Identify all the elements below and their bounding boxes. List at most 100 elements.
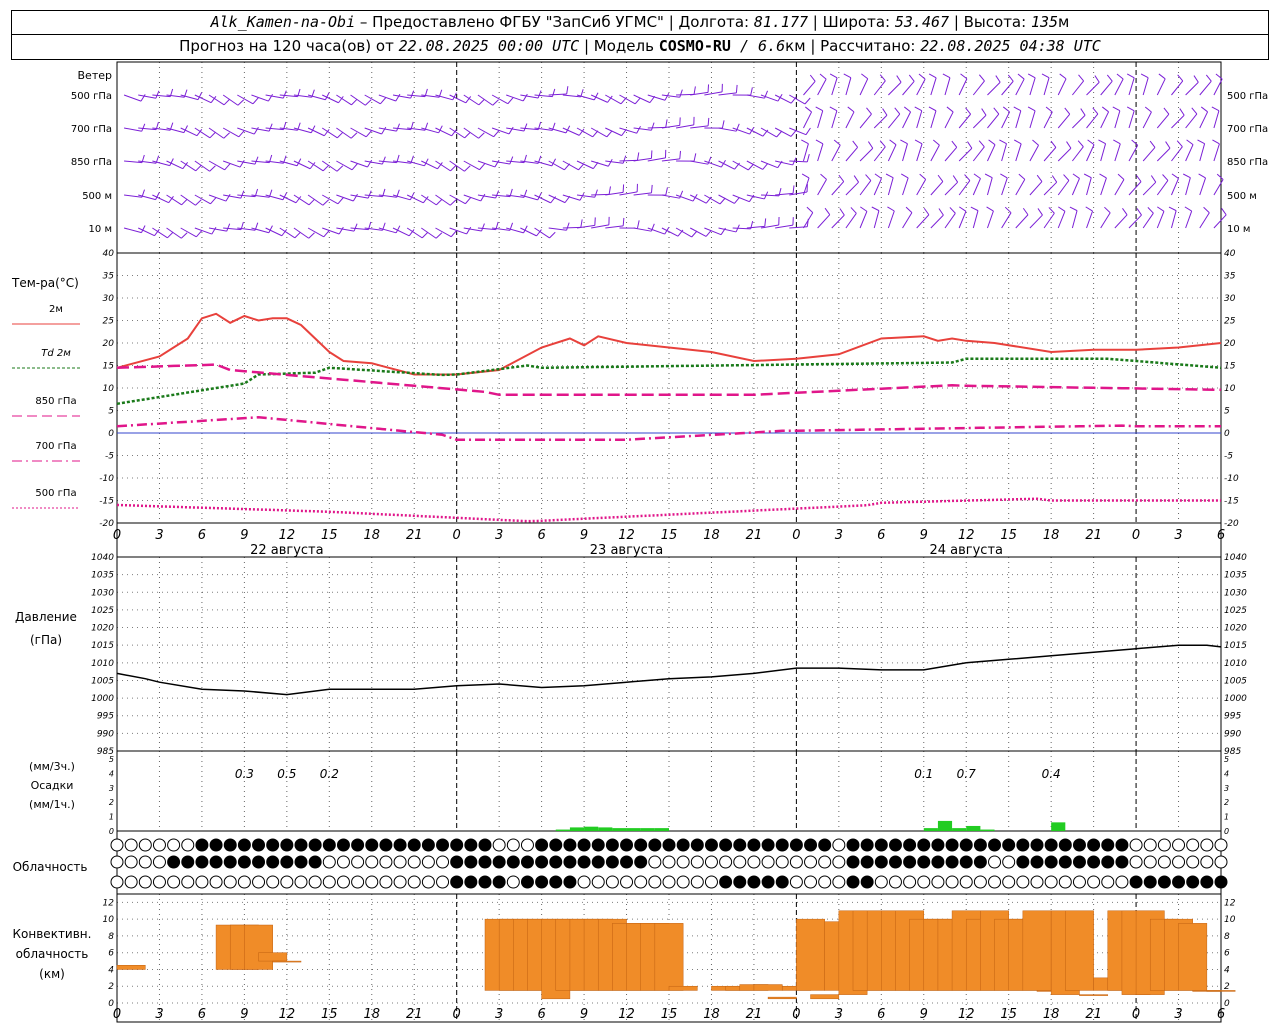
conv-bar [1206, 990, 1236, 992]
cloud-symbol [421, 875, 435, 889]
wind-barb-staff [194, 127, 211, 139]
cloud-symbol [379, 855, 393, 869]
cloud-symbol [1186, 855, 1200, 869]
wind-barb-staff [647, 94, 666, 101]
wind-barb-staff [958, 147, 973, 162]
wind-barb-staff [194, 194, 211, 205]
wind-barb-feather [805, 127, 811, 135]
wind-barb-staff [1171, 114, 1185, 129]
wind-barb-feather [1216, 173, 1224, 180]
wind-barb-feather [181, 198, 188, 206]
cloud-symbol [450, 855, 464, 869]
wind-barb-feather [1211, 106, 1220, 112]
wind-barb-staff [944, 77, 951, 96]
cloud-symbol [959, 855, 973, 869]
wind-barb-staff [605, 127, 622, 137]
wind-level-label-right: 500 м [1227, 191, 1257, 202]
wind-barb-feather [294, 231, 301, 239]
wind-barb-staff [930, 214, 944, 229]
cloud-symbol [1030, 875, 1044, 889]
time-tick-label: 15 [1000, 528, 1017, 543]
wind-barb-feather [1126, 73, 1135, 79]
cloud-symbol [704, 855, 718, 869]
wind-barb-staff [902, 143, 908, 162]
wind-barb-staff [1199, 212, 1210, 229]
cloud-symbol [662, 855, 676, 869]
wind-barb-feather [1131, 139, 1139, 146]
wind-barb-feather [819, 73, 827, 80]
cloud-symbol [506, 838, 520, 852]
wind-barb-staff [152, 227, 168, 239]
wind-barb-staff [336, 160, 353, 171]
cloud-symbol [761, 838, 775, 852]
cloud-symbol [917, 875, 931, 889]
precip-y-tick: 5 [109, 755, 114, 764]
cloud-symbol [931, 855, 945, 869]
cloud-symbol [520, 838, 534, 852]
temp-legend-label: 2м [49, 304, 63, 315]
wind-barb-feather [607, 158, 613, 167]
wind-barb-feather [1191, 107, 1198, 115]
cloud-symbol [676, 838, 690, 852]
wind-barb-feather [1221, 208, 1227, 216]
wind-barb-feather [410, 90, 415, 99]
time-tick-label: 15 [661, 528, 678, 543]
cloud-symbol [223, 875, 237, 889]
wind-barb-staff [775, 160, 793, 166]
conv-y-tick: 8 [108, 932, 114, 942]
wind-barb-staff [208, 160, 225, 171]
temp-y-tick: 15 [103, 362, 115, 372]
wind-barb-staff [1128, 110, 1135, 129]
wind-barb-feather [479, 163, 486, 171]
precip-bar [584, 826, 599, 831]
wind-barb-staff [845, 77, 852, 96]
wind-barb-staff [1043, 147, 1057, 162]
wind-barb-staff [463, 94, 480, 106]
time-tick-label-bottom: 6 [198, 1007, 206, 1022]
cloud-symbol [577, 838, 591, 852]
wind-barb-feather [396, 123, 400, 132]
wind-barb-feather [1078, 74, 1084, 82]
cloud-symbol [167, 855, 181, 869]
wind-barb-staff [633, 94, 651, 104]
wind-barb-feather [435, 198, 443, 206]
cloud-symbol [407, 855, 421, 869]
conv-bar [753, 984, 783, 991]
cloud-symbol [294, 855, 308, 869]
wind-barb-feather [450, 230, 457, 238]
time-tick-label-bottom: 6 [877, 1007, 885, 1022]
cloud-symbol [1157, 838, 1171, 852]
pressure-y-tick: 1035 [91, 571, 114, 581]
wind-barb-staff [1086, 81, 1100, 96]
wind-barb-staff [208, 94, 225, 106]
wind-barb-feather [1144, 106, 1152, 113]
cloud-symbol [634, 875, 648, 889]
wind-level-label-right: 700 гПа [1227, 124, 1268, 135]
cloud-symbol [563, 855, 577, 869]
wind-barb-staff [364, 127, 382, 135]
wind-barb-staff [986, 177, 993, 196]
wind-barb-staff [180, 227, 197, 238]
wind-barb-staff [972, 80, 985, 96]
wind-barb-feather [1080, 108, 1086, 116]
wind-barb-staff [746, 127, 764, 137]
cloud-symbol [888, 875, 902, 889]
wind-barb-feather [424, 158, 429, 167]
wind-barb-feather [1094, 75, 1100, 83]
wind-barb-staff [972, 178, 981, 196]
wind-barb-feather [790, 130, 797, 137]
wind-barb-feather [395, 225, 401, 234]
wind-barb-staff [859, 180, 872, 196]
wind-barb-feather [523, 123, 528, 132]
cloud-symbol [266, 875, 280, 889]
cloud-symbol [336, 855, 350, 869]
wind-barb-staff [1114, 110, 1121, 129]
wind-barb-feather [665, 119, 668, 128]
wind-barb-feather [879, 140, 886, 148]
cloud-symbol [931, 875, 945, 889]
wind-level-label: 850 гПа [71, 157, 112, 168]
wind-barb-staff [789, 127, 807, 136]
cloud-symbol [1157, 875, 1171, 889]
cloud-symbol [308, 838, 322, 852]
wind-barb-feather [1147, 207, 1154, 214]
